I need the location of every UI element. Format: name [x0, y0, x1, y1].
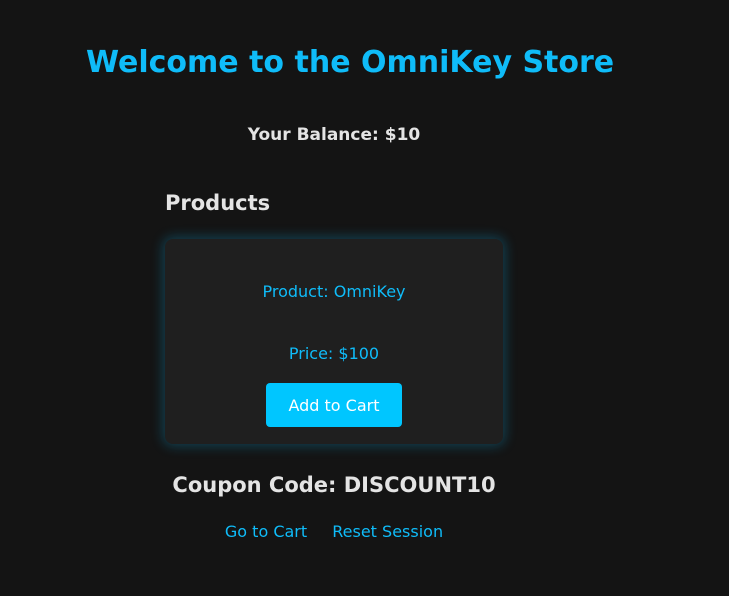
product-name: Product: OmniKey	[262, 282, 406, 301]
footer-links: Go to Cart Reset Session	[0, 520, 668, 544]
product-price: Price: $100	[288, 344, 380, 363]
coupon-code-text: Coupon Code: DISCOUNT10	[172, 473, 496, 497]
add-to-cart-button[interactable]: Add to Cart	[266, 383, 402, 427]
reset-session-link[interactable]: Reset Session	[332, 522, 443, 541]
page-title: Welcome to the OmniKey Store	[86, 45, 615, 80]
go-to-cart-link[interactable]: Go to Cart	[225, 522, 307, 541]
products-heading: Products	[165, 191, 271, 215]
product-card: Product: OmniKey Price: $100 Add to Cart	[165, 239, 503, 444]
store-page: Welcome to the OmniKey Store Your Balanc…	[0, 0, 729, 596]
balance-text: Your Balance: $10	[247, 125, 421, 145]
